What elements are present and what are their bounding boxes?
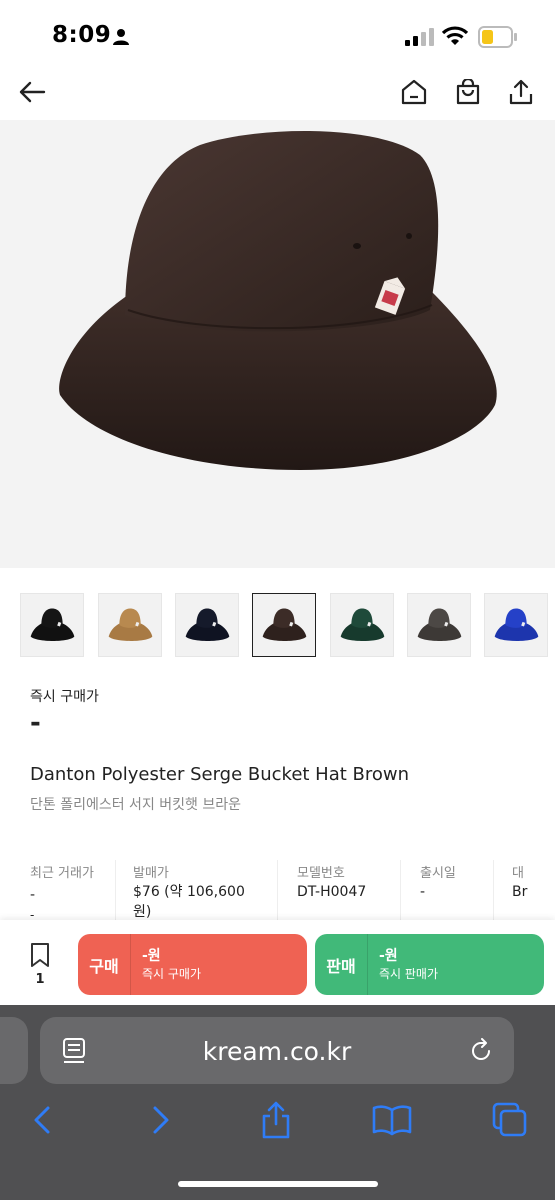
- instant-buy-price: -: [30, 708, 41, 738]
- product-image[interactable]: [0, 120, 555, 568]
- back-arrow-icon: [19, 81, 46, 103]
- battery-icon: [478, 26, 517, 48]
- home-button[interactable]: [394, 72, 434, 112]
- buy-tag: 구매: [78, 934, 131, 995]
- bucket-hat-image: [59, 131, 497, 470]
- shopping-bag-icon: [456, 79, 480, 105]
- model-number-label: 모델번호: [297, 866, 345, 881]
- hat-thumbnail-icon: [340, 608, 385, 641]
- color-thumbnail[interactable]: [175, 593, 239, 657]
- browser-back-button[interactable]: [20, 1098, 64, 1142]
- browser-share-button[interactable]: [254, 1098, 298, 1142]
- spec-divider: [493, 860, 494, 922]
- browser-forward-button[interactable]: [139, 1098, 183, 1142]
- release-date-label: 출시일: [420, 866, 456, 881]
- hat-thumbnail-icon: [494, 608, 539, 641]
- hat-thumbnail-icon: [185, 608, 230, 641]
- person-icon: [113, 29, 129, 45]
- sell-price: -원: [379, 948, 398, 964]
- share-button[interactable]: [501, 72, 541, 112]
- product-name-ko: 단톤 폴리에스터 서지 버킷햇 브라운: [30, 797, 241, 813]
- color-value: Br: [512, 884, 528, 900]
- reload-icon[interactable]: [468, 1038, 494, 1064]
- color-thumbnail[interactable]: [252, 593, 316, 657]
- url-text: kream.co.kr: [202, 1037, 352, 1066]
- color-thumbnail[interactable]: [484, 593, 548, 657]
- buy-price: -원: [142, 948, 161, 964]
- previous-tab-peek[interactable]: [0, 1017, 28, 1084]
- release-price-label: 발매가: [133, 866, 169, 881]
- cellular-signal-icon: [405, 28, 434, 46]
- wifi-icon: [442, 26, 468, 45]
- sell-sub-label: 즉시 판매가: [379, 967, 439, 981]
- tabs-icon: [492, 1102, 527, 1137]
- model-number-value: DT-H0047: [297, 884, 367, 900]
- status-time: 8:09: [52, 22, 112, 48]
- bookmarks-button[interactable]: [370, 1098, 414, 1142]
- wishlist-count: 1: [35, 972, 45, 987]
- bookmark-icon: [31, 943, 49, 967]
- buy-sub-label: 즉시 구매가: [142, 967, 202, 981]
- color-thumbnail[interactable]: [20, 593, 84, 657]
- instant-buy-label: 즉시 구매가: [30, 689, 99, 705]
- back-button[interactable]: [12, 72, 52, 112]
- share-icon: [509, 79, 533, 105]
- home-indicator: [178, 1181, 378, 1187]
- spec-divider: [277, 860, 278, 922]
- chevron-left-icon: [34, 1106, 50, 1134]
- color-thumbnail[interactable]: [330, 593, 394, 657]
- release-price-value-2: 원): [133, 904, 152, 920]
- color-thumbnail[interactable]: [98, 593, 162, 657]
- hat-thumbnail-icon: [262, 608, 307, 641]
- address-bar[interactable]: kream.co.kr: [40, 1017, 514, 1084]
- hat-thumbnail-icon: [108, 608, 153, 641]
- hat-thumbnail-icon: [417, 608, 462, 641]
- wishlist-button[interactable]: 1: [22, 942, 58, 990]
- book-icon: [372, 1105, 412, 1136]
- release-date-value: -: [420, 884, 426, 900]
- spec-divider: [400, 860, 401, 922]
- sell-tag: 판매: [315, 934, 368, 995]
- share-icon: [262, 1101, 290, 1139]
- tabs-button[interactable]: [488, 1098, 532, 1142]
- hat-thumbnail-icon: [30, 608, 75, 641]
- color-thumbnail[interactable]: [407, 593, 471, 657]
- spec-divider: [115, 860, 116, 922]
- home-icon: [401, 79, 427, 105]
- shopping-bag-button[interactable]: [448, 72, 488, 112]
- sell-button[interactable]: 판매 -원 즉시 판매가: [315, 934, 544, 995]
- recent-trade-label: 최근 거래가: [30, 866, 94, 881]
- buy-button[interactable]: 구매 -원 즉시 구매가: [78, 934, 307, 995]
- product-name-en: Danton Polyester Serge Bucket Hat Brown: [30, 764, 410, 785]
- chevron-right-icon: [153, 1106, 169, 1134]
- recent-trade-value: -: [30, 887, 36, 903]
- color-label: 대: [512, 866, 524, 881]
- release-price-value: $76 (약 106,600: [133, 884, 245, 900]
